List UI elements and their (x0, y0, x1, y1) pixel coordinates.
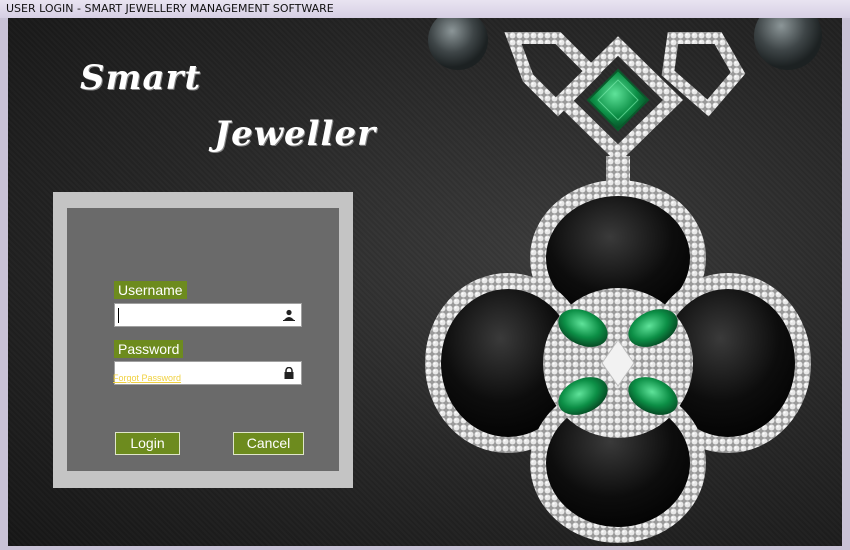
text-caret (118, 308, 119, 323)
window-title: USER LOGIN - SMART JEWELLERY MANAGEMENT … (6, 2, 334, 15)
cancel-button[interactable]: Cancel (233, 432, 304, 455)
password-label: Password (114, 340, 184, 358)
username-label: Username (114, 281, 187, 299)
brand-title-line1: Smart (80, 58, 202, 98)
lock-icon (284, 367, 294, 379)
forgot-password-link[interactable]: Forgot Password (113, 373, 181, 383)
window-titlebar: USER LOGIN - SMART JEWELLERY MANAGEMENT … (0, 0, 850, 18)
username-field-container[interactable] (114, 303, 302, 328)
brand-title-line2: Jeweller (214, 114, 376, 154)
login-button[interactable]: Login (115, 432, 180, 455)
pendant-illustration (425, 18, 822, 543)
user-icon (283, 309, 295, 321)
username-input[interactable] (118, 304, 282, 328)
